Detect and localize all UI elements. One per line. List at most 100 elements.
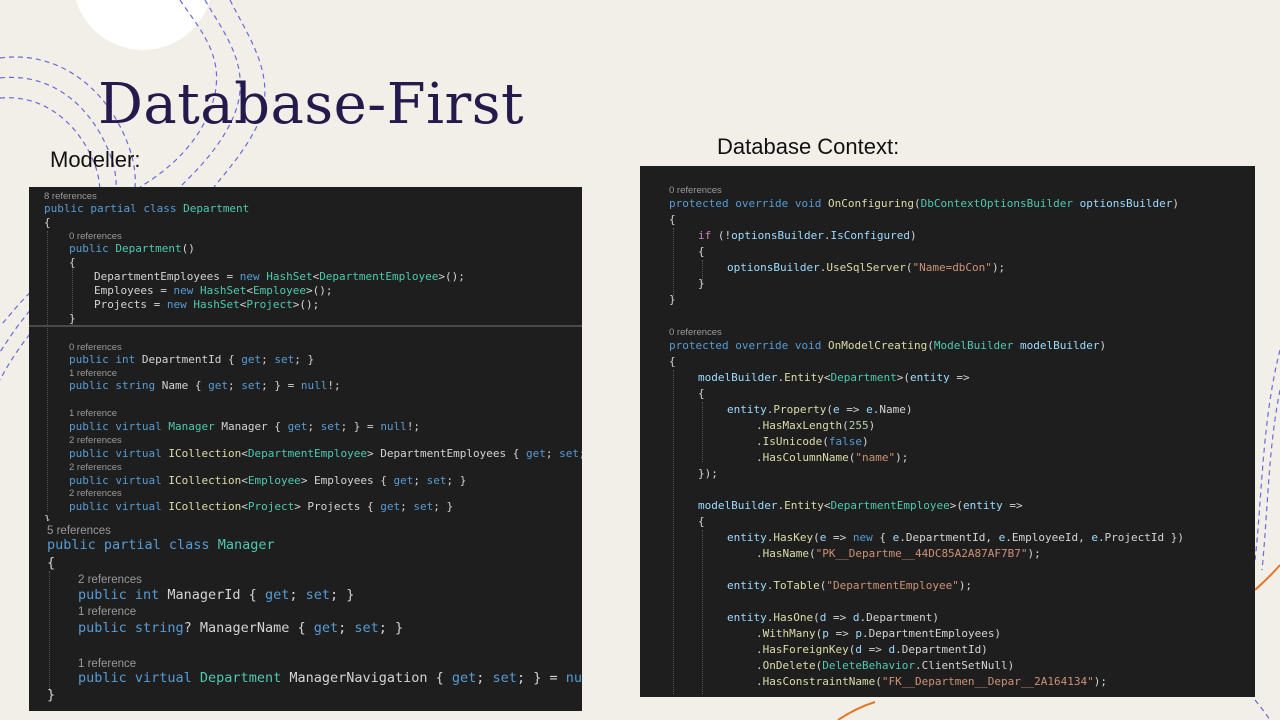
slide-title: Database-First [98,72,524,137]
code-token: .Department) [859,611,939,624]
code-token: get [313,620,339,636]
code-token: public partial class [47,537,218,553]
code-token: { [698,515,705,528]
code-token: !; [327,379,341,392]
code-token: null [565,670,582,686]
code-line: public string? ManagerName { get; set; } [78,620,403,636]
code-token: { [872,531,893,544]
code-token: { [669,355,676,368]
code-token: . [756,675,763,688]
code-token: HasName [762,547,809,560]
codelens-reference[interactable]: 0 references [669,184,722,198]
code-token: < [246,284,253,297]
code-token: . [756,627,763,640]
code-token: set [241,379,262,392]
code-token: !; [406,420,421,433]
code-token: 1 reference [78,606,137,618]
code-token: "name" [855,451,896,464]
code-token: ; [261,353,275,366]
code-token: ; [545,447,560,460]
code-token: ; [289,587,306,603]
code-token: DepartmentEmployee [319,270,439,283]
code-token: > DepartmentEmployees { [367,447,526,460]
code-token: "FK__Departmen__Depar__2A164134" [881,675,1094,688]
codelens-reference[interactable]: 2 references [69,434,122,448]
code-token: get [264,587,290,603]
code-token: ( [927,339,934,352]
code-token: DeleteBehavior [822,659,915,672]
code-token: DepartmentEmployees = [94,270,240,283]
code-token: ICollection [168,474,242,487]
codelens-reference[interactable]: 1 reference [78,604,136,620]
code-token: entity [962,499,1003,512]
code-line: entity.HasKey(e => new { e.DepartmentId,… [727,531,1184,545]
codelens-reference[interactable]: 2 references [69,461,122,475]
code-token: null [380,420,407,433]
code-token: Project [246,298,293,311]
code-token: .Name) [872,403,913,416]
code-token: { [44,216,51,229]
code-token: .DepartmentEmployees) [861,627,1002,640]
code-token: ( [826,403,833,416]
code-token: Entity [784,371,824,384]
code-token: .DepartmentId, [899,531,999,544]
code-line: public int ManagerId { get; set; } [78,587,354,603]
code-token: Project [247,500,295,513]
codelens-reference[interactable]: 2 references [69,487,122,501]
code-token: ( [808,547,816,560]
code-line: entity.Property(e => e.Name) [727,403,912,417]
code-token: ) [861,435,869,448]
code-token: protected override void [669,197,828,210]
code-token: public partial class [44,202,184,215]
indent-guide [702,402,703,462]
code-token: d [855,643,862,656]
code-token: >( [896,371,910,384]
code-token: "Name=dbCon" [912,261,992,274]
code-line: protected override void OnModelCreating(… [669,339,1106,353]
code-token: optionsBuilder [727,261,820,274]
code-token: >(); [292,298,320,311]
code-line: .WithMany(p => p.DepartmentEmployees) [756,627,1001,641]
code-token: WithMany [762,627,816,640]
code-token: UseSqlServer [826,261,906,274]
code-token: Projects = [94,298,167,311]
code-token: .ProjectId }) [1097,531,1185,544]
code-token: => [828,627,856,640]
code-token: optionsBuilder [1079,197,1173,210]
codelens-reference[interactable]: 1 reference [69,407,117,421]
code-token: d [852,611,860,624]
code-token: set [413,500,434,513]
code-token: public string [78,620,184,636]
code-token: => [1002,499,1023,512]
code-token: } [669,293,676,306]
code-token: modelBuilder [1020,339,1100,352]
code-token: public virtual [78,670,200,686]
code-token: public virtual [69,420,169,433]
code-token: get [241,353,262,366]
code-token: OnDelete [762,659,816,672]
code-token: Department [183,202,250,215]
code-token: . [756,435,763,448]
code-line: { [44,216,51,230]
indent-guide [702,530,703,694]
code-line: public virtual ICollection<DepartmentEmp… [69,447,582,461]
code-line: { [69,256,76,270]
code-token: ; [413,474,427,487]
code-token: p [855,627,862,640]
code-token: ; } [433,500,454,513]
code-token: HashSet [199,284,247,297]
code-token: Department [199,670,282,686]
code-line: public virtual ICollection<Project> Proj… [69,500,453,514]
code-token: set [426,474,447,487]
code-token: .ClientSetNull) [914,659,1015,672]
code-token: false [828,435,862,448]
code-token: } [44,513,51,521]
code-token: { [698,387,705,400]
codelens-reference[interactable]: 0 references [669,326,722,340]
codelens-reference[interactable]: 2 references [78,572,142,588]
code-token: } [698,277,705,290]
code-token: HasColumnName [762,451,849,464]
code-token: ManagerNavigation { [281,670,452,686]
code-token: 8 references [44,191,97,202]
code-token: entity [727,579,767,592]
